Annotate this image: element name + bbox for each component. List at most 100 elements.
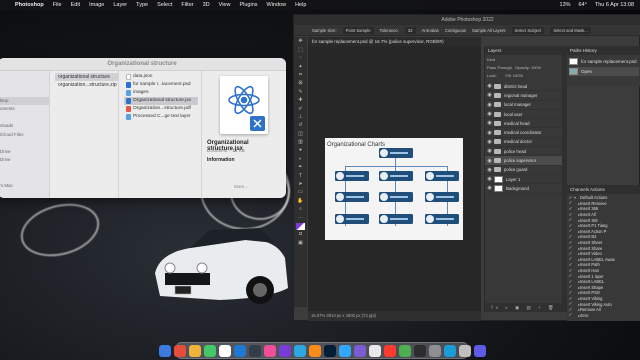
anti-alias-checkbox[interactable]: Anti-alias	[422, 28, 439, 33]
document-tab[interactable]: for sample replacement.psd @ 16.7% (poli…	[308, 37, 481, 46]
sidebar-item[interactable]	[0, 114, 49, 123]
fill-input[interactable]: Fill: 100%	[505, 73, 523, 78]
dock-app-icon[interactable]	[323, 344, 336, 357]
layer-row[interactable]: ◉ medical head	[485, 119, 563, 129]
menu-layer[interactable]: Layer	[113, 2, 127, 8]
color-swatch-icon[interactable]	[296, 222, 305, 230]
dock-app-icon[interactable]	[158, 344, 171, 357]
layer-row[interactable]: ◉ local user	[485, 110, 563, 120]
shape-tool-icon[interactable]: ▭	[296, 189, 305, 196]
visibility-eye-icon[interactable]: ◉	[485, 139, 494, 145]
list-item[interactable]: data.json	[124, 73, 198, 81]
preview-info-heading[interactable]: Information	[207, 157, 235, 163]
visibility-eye-icon[interactable]: ◉	[485, 158, 494, 164]
tab-layers[interactable]: Layers	[485, 46, 563, 55]
dodge-tool-icon[interactable]: ◐	[296, 156, 305, 163]
layer-row[interactable]: ◉ police supervisor	[485, 156, 563, 166]
layer-row[interactable]: ◉ police head	[485, 147, 563, 157]
type-tool-icon[interactable]: T	[296, 173, 305, 180]
list-item[interactable]: organization...structure.zip	[55, 81, 118, 89]
pen-tool-icon[interactable]: ✒	[296, 164, 305, 171]
history-snapshot[interactable]: for sample replacement.psd	[569, 57, 639, 66]
visibility-eye-icon[interactable]: ◉	[485, 176, 494, 182]
crop-tool-icon[interactable]: ⌗	[296, 72, 305, 79]
menu-plugins[interactable]: Plugins	[239, 2, 257, 8]
sidebar-item[interactable]: ktop	[0, 96, 49, 105]
menu-3d[interactable]: 3D	[203, 2, 210, 8]
move-tool-icon[interactable]: ✥	[296, 38, 305, 45]
contiguous-checkbox[interactable]: Contiguous	[445, 28, 466, 33]
sidebar-item[interactable]	[0, 139, 49, 148]
sidebar-item[interactable]: 's Mac	[0, 182, 49, 191]
visibility-eye-icon[interactable]: ◉	[485, 83, 494, 89]
check-icon[interactable]: ✓	[567, 313, 574, 319]
history-state[interactable]: Open	[569, 67, 639, 76]
dock-app-icon[interactable]	[413, 344, 426, 357]
dock-app-icon[interactable]	[278, 344, 291, 357]
sidebar-item[interactable]: Drive	[0, 148, 49, 157]
menu-app-name[interactable]: Photoshop	[15, 2, 44, 8]
marquee-tool-icon[interactable]: ⬚	[296, 47, 305, 54]
layer-row[interactable]: ◉ district head	[485, 82, 563, 92]
brush-tool-icon[interactable]: ✐	[296, 106, 305, 113]
eyedropper-tool-icon[interactable]: ✎	[296, 89, 305, 96]
more-tools-icon[interactable]: ⋯	[296, 215, 305, 222]
dock-app-icon[interactable]	[368, 344, 381, 357]
menu-file[interactable]: File	[53, 2, 62, 8]
dock-app-icon[interactable]	[443, 344, 456, 357]
sidebar-item[interactable]	[0, 173, 49, 182]
hand-tool-icon[interactable]: ✋	[296, 198, 305, 205]
column-divider[interactable]	[118, 71, 119, 198]
zoom-tool-icon[interactable]: ⌕	[296, 206, 305, 213]
path-select-tool-icon[interactable]: ➤	[296, 181, 305, 188]
menu-view[interactable]: View	[219, 2, 231, 8]
sidebar-item[interactable]: uments	[0, 105, 49, 114]
visibility-eye-icon[interactable]: ◉	[485, 148, 494, 154]
menu-help[interactable]: Help	[295, 2, 306, 8]
preview-more-button[interactable]: More...	[234, 184, 248, 189]
sidebar-item[interactable]	[0, 165, 49, 174]
dock-app-icon[interactable]	[293, 344, 306, 357]
sidebar-item[interactable]	[0, 80, 49, 89]
action-item[interactable]: ✓ ▸ Zero	[567, 313, 640, 319]
select-and-mask-button[interactable]: Select and Mask...	[550, 26, 591, 34]
history-brush-icon[interactable]: ↺	[296, 122, 305, 129]
visibility-eye-icon[interactable]: ◉	[485, 130, 494, 136]
dock-app-icon[interactable]	[398, 344, 411, 357]
dock-app-icon[interactable]	[203, 344, 216, 357]
dock-app-icon[interactable]	[383, 344, 396, 357]
quick-mask-icon[interactable]: ◘	[296, 231, 305, 238]
layer-row[interactable]: ◉ local manager	[485, 101, 563, 110]
magic-wand-tool-icon[interactable]: ✦	[296, 64, 305, 71]
list-item[interactable]: for sample r...lacement.psd	[124, 81, 198, 89]
frame-tool-icon[interactable]: ⊠	[296, 80, 305, 87]
sample-size-select[interactable]: Point Sample	[342, 26, 374, 34]
layer-row[interactable]: ◉ regional manager	[485, 91, 563, 101]
sidebar-item[interactable]: nloads	[0, 122, 49, 131]
list-item[interactable]: Organizational structure.jsx	[124, 97, 198, 105]
eraser-tool-icon[interactable]: ◫	[296, 131, 305, 138]
healing-tool-icon[interactable]: ✚	[296, 97, 305, 104]
list-item[interactable]: images	[124, 89, 198, 97]
visibility-eye-icon[interactable]: ◉	[485, 92, 494, 98]
visibility-eye-icon[interactable]: ◉	[485, 185, 494, 191]
blur-tool-icon[interactable]: ●	[296, 147, 305, 154]
dock-app-icon[interactable]	[188, 344, 201, 357]
sidebar-item[interactable]: Drive	[0, 156, 49, 165]
dock-app-icon[interactable]	[353, 344, 366, 357]
dock-app-icon[interactable]	[263, 344, 276, 357]
tolerance-input[interactable]: 32	[404, 26, 416, 34]
menu-select[interactable]: Select	[157, 2, 172, 8]
sidebar-item[interactable]	[0, 71, 49, 80]
dock-app-icon[interactable]	[428, 344, 441, 357]
sidebar-item[interactable]	[0, 88, 49, 97]
sample-all-layers-checkbox[interactable]: Sample All Layers	[472, 28, 506, 33]
layer-row[interactable]: ◉ medical doctor	[485, 138, 563, 148]
screen-mode-icon[interactable]: ▣	[296, 240, 305, 247]
layer-row[interactable]: ◉ police guard	[485, 166, 563, 175]
lasso-tool-icon[interactable]: ◌	[296, 55, 305, 62]
list-item[interactable]: Organization...structure.pdf	[124, 105, 198, 113]
dock-app-icon[interactable]	[233, 344, 246, 357]
canvas-area[interactable]: Organizational Charts	[308, 46, 481, 311]
select-subject-button[interactable]: Select Subject	[511, 26, 545, 34]
